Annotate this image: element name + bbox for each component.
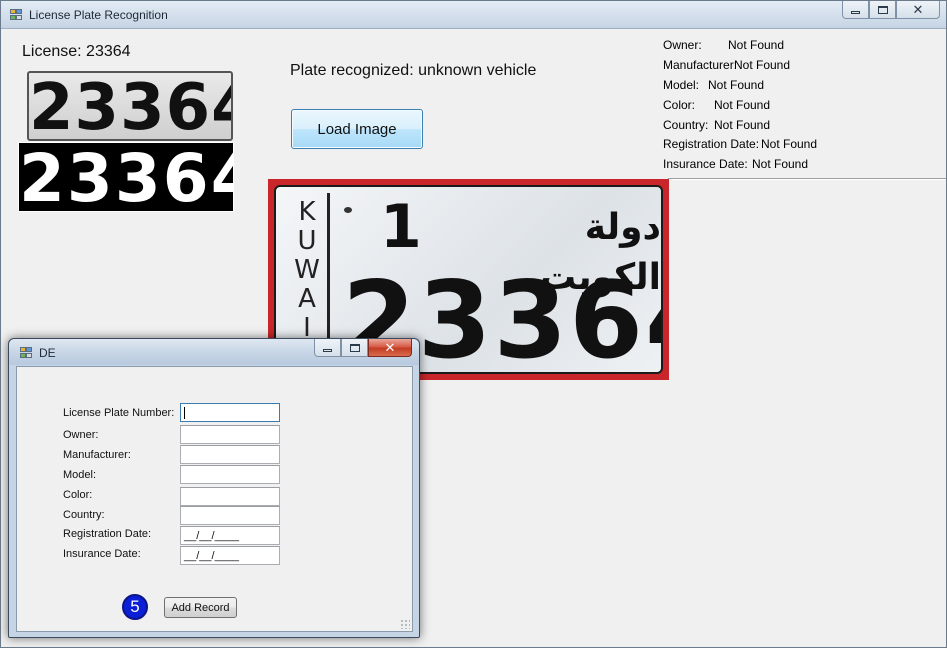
dialog-body: License Plate Number: Owner: Manufacture…	[16, 366, 413, 632]
info-value: Not Found	[714, 118, 771, 132]
info-row-color: Color: Not Found	[663, 98, 770, 114]
dialog-titlebar[interactable]: DE ✕	[9, 339, 419, 365]
owner-input[interactable]	[180, 425, 280, 444]
manufacturer-input[interactable]	[180, 445, 280, 464]
info-label: Color:	[663, 98, 696, 112]
dialog-maximize-button[interactable]	[341, 339, 368, 357]
license-plate-number-label: License Plate Number:	[63, 407, 175, 419]
country-label: Country:	[63, 509, 105, 521]
plate-side-letter: A	[298, 284, 316, 314]
dialog-title: DE	[39, 346, 56, 360]
info-value: Not Found	[752, 157, 809, 171]
manufacturer-label: Manufacturer:	[63, 449, 131, 461]
info-row-manufacturer: Manufacturer: Not Found	[663, 58, 790, 74]
dialog-minimize-button[interactable]	[314, 339, 341, 357]
window-controls: ✕	[842, 1, 940, 21]
info-row-country: Country: Not Found	[663, 118, 770, 134]
info-row-model: Model: Not Found	[663, 78, 764, 94]
info-row-insurance-date: Insurance Date: Not Found	[663, 157, 808, 173]
color-label: Color:	[63, 489, 93, 501]
info-value: Not Found	[728, 38, 785, 52]
main-titlebar[interactable]: License Plate Recognition ✕	[1, 1, 946, 29]
text-caret	[184, 407, 185, 419]
plate-class-number: 1	[380, 192, 422, 262]
minimize-button[interactable]	[842, 1, 869, 19]
load-image-button[interactable]: Load Image	[291, 109, 423, 149]
close-button[interactable]: ✕	[896, 1, 940, 19]
info-label: Registration Date:	[663, 137, 760, 151]
minimize-icon	[851, 11, 860, 14]
info-value: Not Found	[734, 58, 791, 72]
dialog-window-controls: ✕	[314, 339, 412, 357]
info-label: Insurance Date:	[663, 157, 748, 171]
info-label: Manufacturer:	[663, 58, 738, 72]
divider	[668, 178, 946, 180]
registration-date-label: Registration Date:	[63, 528, 152, 540]
record-count-badge: 5	[122, 594, 148, 620]
info-value: Not Found	[761, 137, 818, 151]
info-value: Not Found	[714, 98, 771, 112]
plate-emblem	[344, 207, 352, 213]
info-row-owner: Owner: Not Found	[663, 38, 784, 54]
resize-grip[interactable]	[400, 619, 410, 629]
cropped-plate-binary: 23364	[18, 142, 234, 212]
registration-date-input[interactable]: __/__/____	[180, 526, 280, 545]
plate-side-letter: U	[297, 226, 317, 256]
info-label: Country:	[663, 118, 709, 132]
owner-label: Owner:	[63, 429, 99, 441]
insurance-date-input[interactable]: __/__/____	[180, 546, 280, 565]
color-input[interactable]	[180, 487, 280, 506]
cropped-plate-grayscale: 23364	[27, 71, 233, 141]
model-label: Model:	[63, 469, 97, 481]
info-label: Owner:	[663, 38, 702, 52]
model-input[interactable]	[180, 465, 280, 484]
plate-side-letter: W	[294, 255, 320, 285]
close-icon: ✕	[384, 340, 396, 355]
license-plate-number-input[interactable]	[180, 403, 280, 422]
info-row-registration-date: Registration Date: Not Found	[663, 137, 817, 153]
country-input[interactable]	[180, 506, 280, 525]
plate-side-letter: K	[298, 197, 316, 227]
insurance-date-label: Insurance Date:	[63, 548, 141, 560]
minimize-icon	[323, 349, 332, 352]
info-label: Model:	[663, 78, 700, 92]
data-entry-dialog: DE ✕ License Plate Number: Owner: Manufa…	[8, 338, 420, 638]
plate-recognized-status: Plate recognized: unknown vehicle	[290, 62, 537, 79]
app-icon	[20, 347, 34, 359]
maximize-icon	[877, 5, 888, 14]
app-icon	[10, 9, 24, 21]
add-record-button[interactable]: Add Record	[164, 597, 237, 618]
maximize-button[interactable]	[869, 1, 896, 19]
dialog-close-button[interactable]: ✕	[368, 339, 412, 357]
info-value: Not Found	[708, 78, 765, 92]
window-title: License Plate Recognition	[29, 8, 168, 22]
license-label: License: 23364	[22, 43, 131, 60]
close-icon: ✕	[912, 2, 924, 17]
maximize-icon	[349, 343, 360, 352]
